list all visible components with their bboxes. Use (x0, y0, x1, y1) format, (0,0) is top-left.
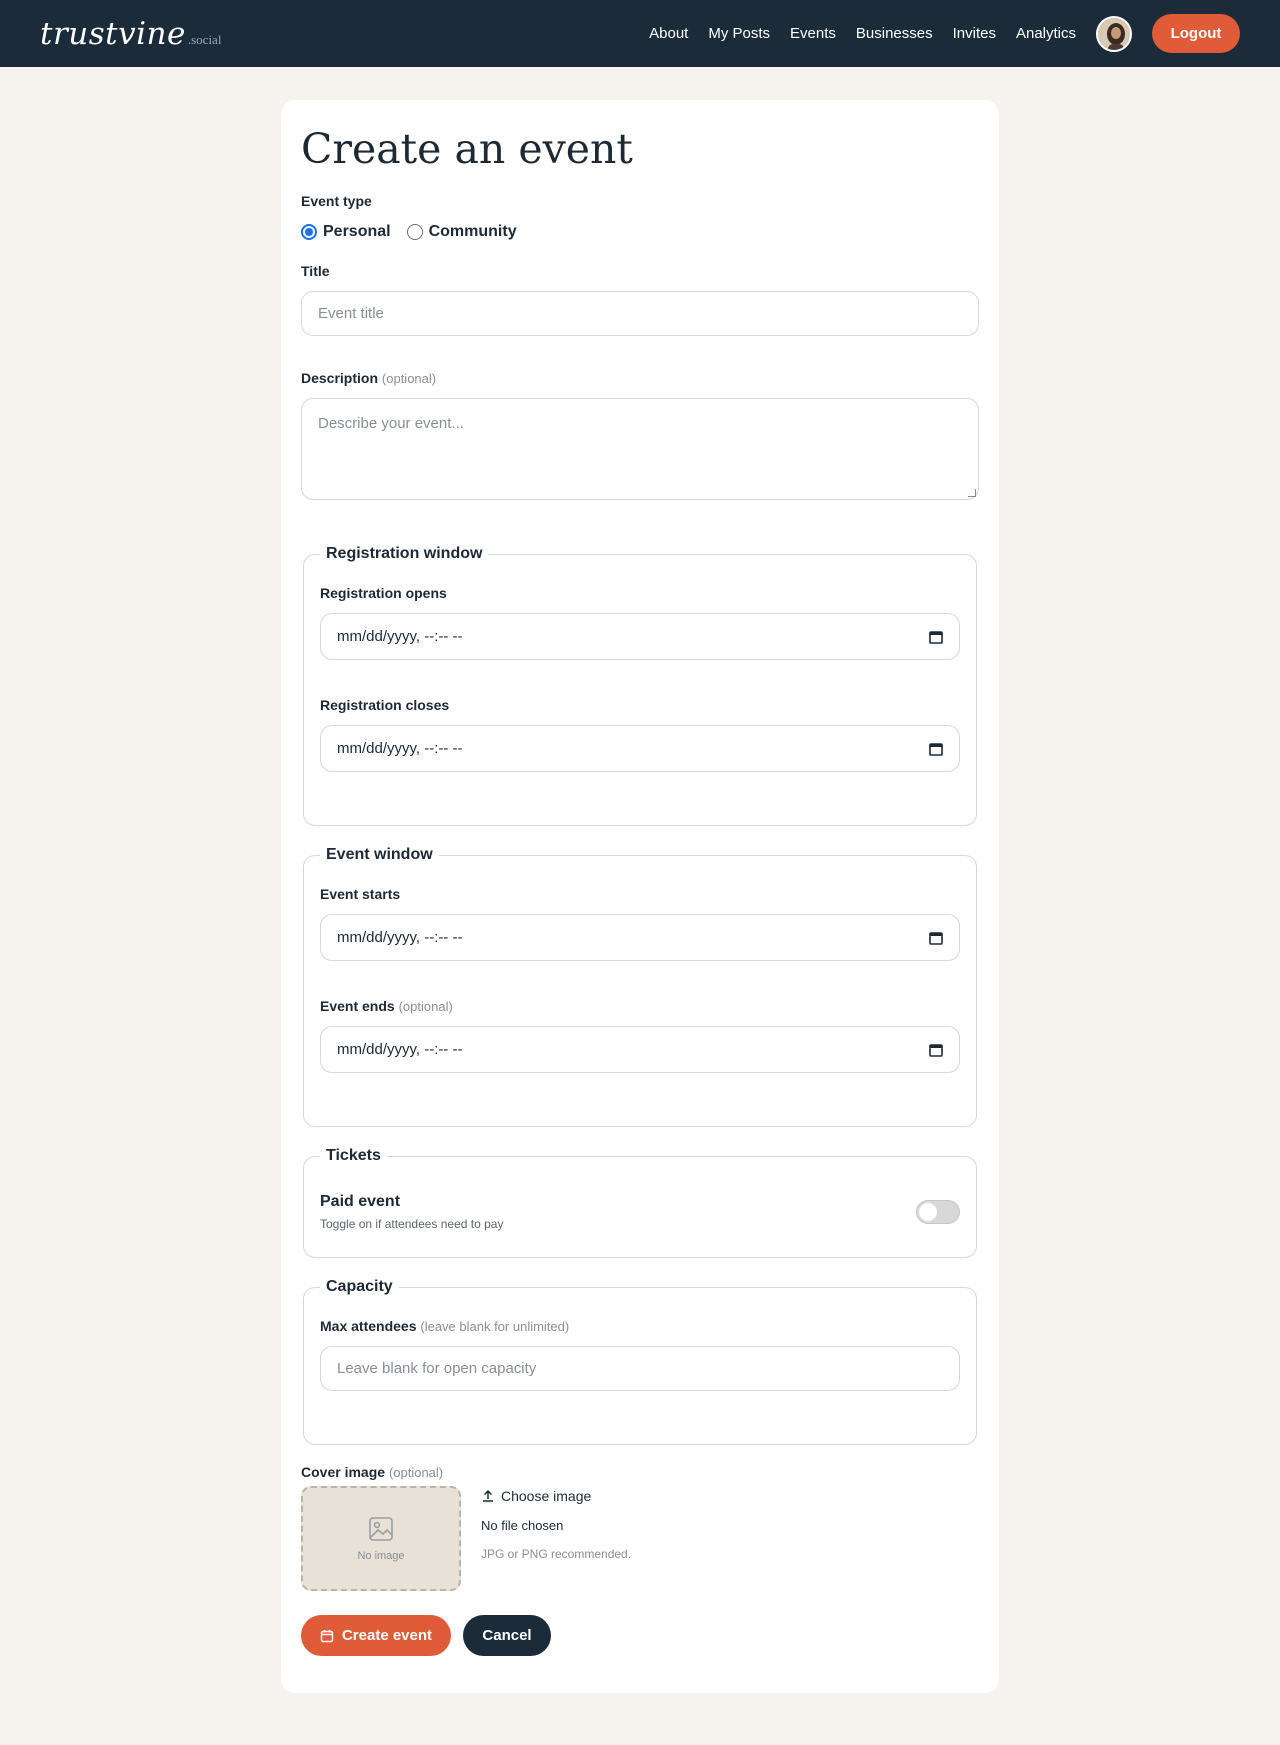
image-placeholder-icon (369, 1516, 393, 1541)
event-starts-input[interactable]: mm/dd/yyyy, --:-- -- (320, 914, 960, 961)
registration-closes-input[interactable]: mm/dd/yyyy, --:-- -- (320, 725, 960, 772)
registration-window-fieldset: Registration window Registration opens m… (303, 543, 977, 826)
description-textarea[interactable]: Describe your event... (301, 398, 979, 500)
tickets-legend: Tickets (320, 1145, 387, 1167)
create-event-label: Create event (341, 1627, 433, 1644)
brand-suffix: .social (187, 31, 222, 47)
title-label: Title (301, 263, 330, 279)
event-ends-value: mm/dd/yyyy, --:-- -- (337, 1041, 463, 1058)
capacity-fieldset: Capacity Max attendees (leave blank for … (303, 1276, 977, 1445)
title-group: Title Event title (301, 263, 979, 336)
nav-link-my-posts[interactable]: My Posts (708, 25, 770, 42)
max-attendees-hint: (leave blank for unlimited) (420, 1319, 570, 1334)
user-avatar[interactable] (1096, 15, 1132, 52)
avatar-portrait-icon (1098, 17, 1130, 50)
capacity-legend: Capacity (320, 1276, 399, 1298)
paid-event-label: Paid event (320, 1193, 401, 1210)
radio-community-label[interactable]: Community (429, 223, 517, 241)
choose-image-label: Choose image (501, 1488, 592, 1504)
nav-link-businesses[interactable]: Businesses (856, 25, 933, 42)
radio-personal-label[interactable]: Personal (323, 223, 391, 241)
event-type-group: Event type Personal Community (301, 193, 979, 241)
cover-image-label: Cover image (optional) (301, 1464, 979, 1480)
logout-button[interactable]: Logout (1152, 14, 1240, 53)
event-ends-input[interactable]: mm/dd/yyyy, --:-- -- (320, 1026, 960, 1073)
registration-opens-input[interactable]: mm/dd/yyyy, --:-- -- (320, 613, 960, 660)
cover-image-group: Cover image (optional) No image Choose i… (301, 1464, 979, 1591)
radio-personal[interactable] (301, 224, 317, 240)
max-attendees-input[interactable]: Leave blank for open capacity (320, 1346, 960, 1391)
cover-image-preview-label: No image (357, 1549, 405, 1562)
calendar-icon[interactable] (929, 931, 943, 945)
registration-opens-label: Registration opens (320, 585, 447, 601)
event-type-label: Event type (301, 193, 372, 209)
cover-image-preview[interactable]: No image (301, 1486, 461, 1591)
event-window-fieldset: Event window Event starts mm/dd/yyyy, --… (303, 844, 977, 1127)
registration-closes-value: mm/dd/yyyy, --:-- -- (337, 740, 463, 757)
brand-name: trustvine (40, 15, 186, 52)
upload-icon (483, 1489, 493, 1502)
tickets-fieldset: Tickets Paid event Toggle on if attendee… (303, 1145, 977, 1258)
page-title: Create an event (301, 125, 633, 173)
max-attendees-placeholder: Leave blank for open capacity (337, 1360, 537, 1377)
paid-event-toggle[interactable] (916, 1200, 960, 1224)
cover-image-label-text: Cover image (301, 1464, 386, 1480)
main-nav: About My Posts Events Businesses Invites… (649, 14, 1240, 53)
file-status: No file chosen (481, 1518, 564, 1533)
max-attendees-label: Max attendees (leave blank for unlimited… (320, 1318, 960, 1334)
event-ends-optional: (optional) (398, 999, 453, 1014)
event-starts-label: Event starts (320, 886, 401, 902)
description-group: Description (optional) Describe your eve… (301, 370, 979, 500)
description-optional: (optional) (381, 371, 437, 386)
calendar-icon[interactable] (929, 742, 943, 756)
resize-grip-icon[interactable] (968, 489, 976, 497)
top-nav-bar: trustvine .social About My Posts Events … (0, 0, 1280, 67)
max-attendees-label-text: Max attendees (320, 1318, 417, 1334)
nav-link-analytics[interactable]: Analytics (1016, 25, 1076, 42)
cover-image-help: JPG or PNG recommended. (481, 1547, 632, 1561)
calendar-icon[interactable] (929, 630, 943, 644)
description-placeholder: Describe your event... (318, 415, 464, 432)
nav-link-invites[interactable]: Invites (953, 25, 996, 42)
registration-window-legend: Registration window (320, 543, 489, 565)
calendar-icon (320, 1629, 334, 1642)
event-window-legend: Event window (320, 844, 439, 866)
cover-image-optional: (optional) (388, 1465, 444, 1480)
registration-closes-label: Registration closes (320, 697, 450, 713)
brand-logo[interactable]: trustvine .social (40, 16, 221, 52)
title-input[interactable]: Event title (301, 291, 979, 336)
calendar-icon[interactable] (929, 1043, 943, 1057)
description-label: Description (optional) (301, 370, 979, 386)
nav-link-events[interactable]: Events (790, 25, 836, 42)
nav-link-about[interactable]: About (649, 25, 688, 42)
title-placeholder: Event title (318, 305, 384, 322)
registration-opens-value: mm/dd/yyyy, --:-- -- (337, 628, 463, 645)
cancel-button[interactable]: Cancel (463, 1615, 551, 1656)
event-ends-label-text: Event ends (320, 998, 395, 1014)
radio-community[interactable] (406, 224, 423, 240)
choose-image-button[interactable]: Choose image (481, 1488, 631, 1504)
form-actions: Create event Cancel (301, 1615, 979, 1656)
event-ends-label: Event ends (optional) (320, 998, 960, 1014)
description-label-text: Description (301, 370, 379, 386)
event-starts-value: mm/dd/yyyy, --:-- -- (337, 929, 463, 946)
create-event-button[interactable]: Create event (301, 1615, 451, 1656)
create-event-card: Create an event Event type Personal Comm… (281, 100, 999, 1693)
paid-event-help: Toggle on if attendees need to pay (320, 1217, 504, 1231)
